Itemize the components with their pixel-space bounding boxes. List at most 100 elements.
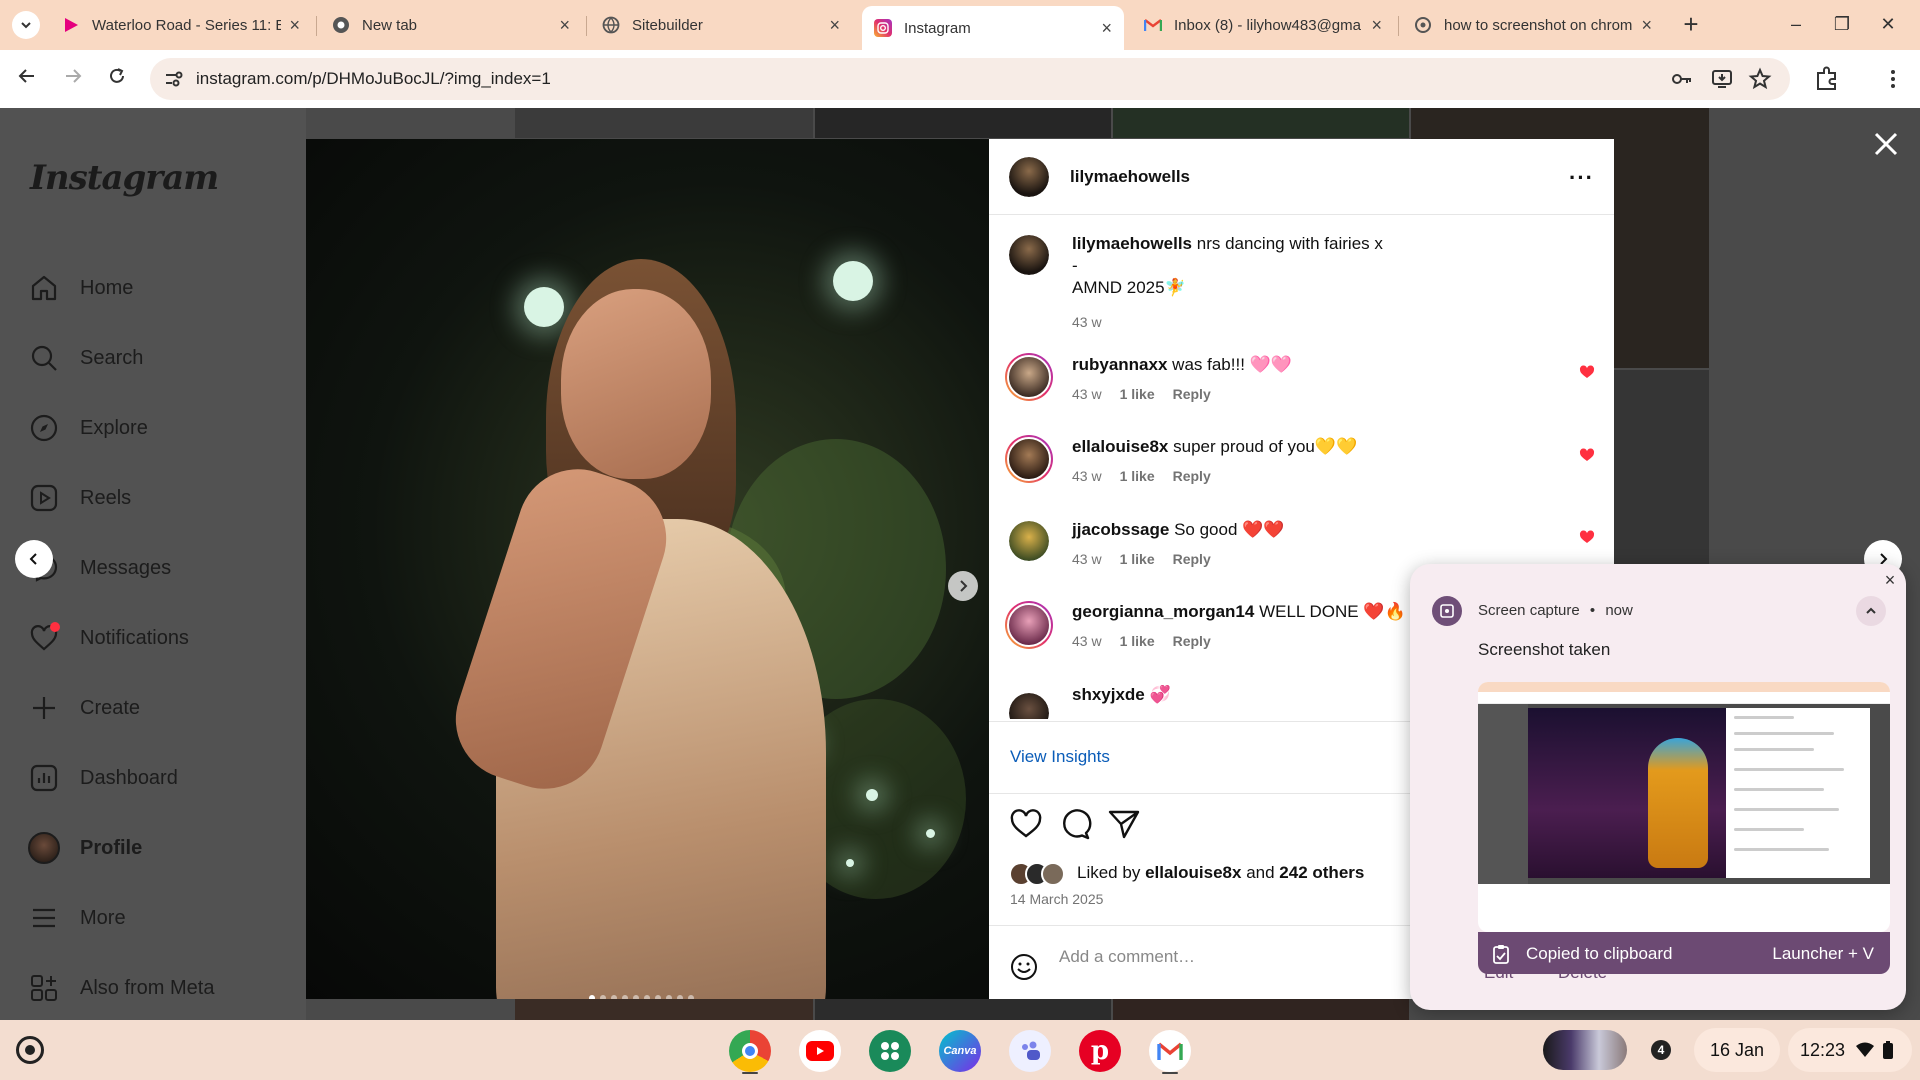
tab-title: Inbox (8) - lilyhow483@gma — [1174, 16, 1361, 34]
edit-button[interactable]: Edit — [1484, 963, 1513, 983]
pinterest-app-icon[interactable]: p — [1079, 1030, 1121, 1072]
caption-username[interactable]: lilymaehowells — [1072, 234, 1192, 253]
date-tray[interactable]: 16 Jan — [1694, 1028, 1780, 1072]
tab-search-button[interactable] — [12, 11, 40, 39]
liked-by-user[interactable]: ellalouise8x — [1145, 863, 1241, 882]
holding-space-tray[interactable] — [1543, 1030, 1627, 1070]
reload-button[interactable] — [100, 62, 134, 96]
view-insights-link[interactable]: View Insights — [1010, 747, 1110, 767]
back-button[interactable] — [10, 62, 44, 96]
extensions-icon[interactable] — [1812, 64, 1842, 94]
emoji-icon[interactable] — [1009, 952, 1039, 982]
comment-username[interactable]: shxyjxde — [1072, 685, 1145, 704]
tab-close-icon[interactable]: × — [1371, 15, 1382, 36]
nav-dashboard[interactable]: Dashboard — [28, 758, 178, 798]
add-comment-input[interactable]: Add a comment… — [1059, 947, 1195, 967]
notification-count-badge[interactable]: 4 — [1651, 1040, 1671, 1060]
nav-more[interactable]: More — [28, 898, 126, 938]
liked-by-others[interactable]: 242 others — [1279, 863, 1364, 882]
nav-reels[interactable]: Reels — [28, 478, 131, 518]
nav-profile[interactable]: Profile — [28, 828, 142, 868]
caption-time: 43 w — [1072, 314, 1102, 330]
key-icon[interactable] — [1670, 67, 1694, 91]
previous-post-button[interactable] — [15, 540, 53, 578]
commenter-avatar[interactable] — [1009, 521, 1049, 561]
restore-button[interactable]: ❐ — [1826, 8, 1858, 40]
tab-title: Sitebuilder — [632, 16, 703, 34]
reply-button[interactable]: Reply — [1173, 551, 1211, 567]
launcher-button[interactable] — [16, 1036, 44, 1064]
post-photo[interactable] — [306, 139, 989, 999]
comment-likes[interactable]: 1 like — [1120, 386, 1155, 402]
gmail-app-icon[interactable] — [1149, 1030, 1191, 1072]
nav-explore[interactable]: Explore — [28, 408, 148, 448]
slack-app-icon[interactable] — [869, 1030, 911, 1072]
next-image-button[interactable] — [948, 571, 978, 601]
author-username[interactable]: lilymaehowells — [1070, 167, 1190, 187]
comment-time: 43 w — [1072, 386, 1102, 402]
install-app-icon[interactable] — [1710, 67, 1734, 91]
tab-close-icon[interactable]: × — [1101, 18, 1112, 39]
site-settings-icon[interactable] — [162, 67, 186, 91]
comment-likes[interactable]: 1 like — [1120, 468, 1155, 484]
minimize-button[interactable]: – — [1780, 8, 1812, 40]
liked-heart-icon[interactable] — [1579, 364, 1595, 380]
tab-close-icon[interactable]: × — [1641, 15, 1652, 36]
youtube-app-icon[interactable] — [799, 1030, 841, 1072]
tab-new-tab[interactable]: New tab × — [320, 8, 582, 42]
new-tab-button[interactable]: + — [1676, 10, 1706, 40]
instagram-logo[interactable]: Instagram — [30, 158, 219, 198]
nav-search[interactable]: Search — [28, 338, 143, 378]
screenshot-thumbnail[interactable] — [1478, 682, 1890, 932]
tab-instagram[interactable]: Instagram × — [862, 6, 1124, 50]
chrome-app-icon[interactable] — [729, 1030, 771, 1072]
like-heart-icon[interactable] — [1009, 807, 1043, 841]
kebab-menu-icon[interactable] — [1878, 64, 1908, 94]
comment-bubble-icon[interactable] — [1058, 807, 1092, 841]
address-bar[interactable]: instagram.com/p/DHMoJuBocJL/?img_index=1 — [150, 58, 1790, 100]
commenter-avatar[interactable] — [1005, 353, 1053, 401]
commenter-avatar[interactable] — [1009, 693, 1049, 719]
tab-close-icon[interactable]: × — [559, 15, 570, 36]
liked-heart-icon[interactable] — [1579, 529, 1595, 545]
reply-button[interactable]: Reply — [1173, 468, 1211, 484]
url-text[interactable]: instagram.com/p/DHMoJuBocJL/?img_index=1 — [196, 69, 551, 89]
comment-body: 💞 — [1149, 685, 1171, 704]
author-avatar[interactable] — [1009, 157, 1049, 197]
notification-close-icon[interactable]: × — [1880, 570, 1900, 590]
tab-gmail[interactable]: Inbox (8) - lilyhow483@gma × — [1132, 8, 1394, 42]
comment-username[interactable]: jjacobssage — [1072, 520, 1169, 539]
more-options-icon[interactable]: ··· — [1569, 165, 1594, 191]
share-plane-icon[interactable] — [1107, 807, 1141, 841]
caption-avatar[interactable] — [1009, 235, 1049, 275]
tab-google-search[interactable]: how to screenshot on chrome × — [1402, 8, 1664, 42]
liked-heart-icon[interactable] — [1579, 447, 1595, 463]
comment-username[interactable]: georgianna_morgan14 — [1072, 602, 1254, 621]
commenter-avatar[interactable] — [1005, 601, 1053, 649]
teams-app-icon[interactable] — [1009, 1030, 1051, 1072]
nav-also-from-meta[interactable]: Also from Meta — [28, 968, 214, 1008]
close-window-button[interactable]: ✕ — [1872, 8, 1904, 40]
tab-close-icon[interactable]: × — [289, 15, 300, 36]
status-tray[interactable]: 12:23 — [1788, 1028, 1912, 1072]
notification-collapse-button[interactable] — [1856, 596, 1886, 626]
reply-button[interactable]: Reply — [1173, 633, 1211, 649]
close-icon[interactable] — [1866, 124, 1906, 164]
forward-button[interactable] — [56, 62, 90, 96]
tab-sitebuilder[interactable]: Sitebuilder × — [590, 8, 852, 42]
comment-likes[interactable]: 1 like — [1120, 633, 1155, 649]
tab-close-icon[interactable]: × — [829, 15, 840, 36]
tab-waterloo-road[interactable]: Waterloo Road - Series 11: E × — [50, 8, 312, 42]
comment-username[interactable]: ellalouise8x — [1072, 437, 1168, 456]
comment-username[interactable]: rubyannaxx — [1072, 355, 1167, 374]
commenter-avatar[interactable] — [1005, 435, 1053, 483]
nav-notifications[interactable]: Notifications — [28, 618, 189, 658]
comment-likes[interactable]: 1 like — [1120, 551, 1155, 567]
nav-home[interactable]: Home — [28, 268, 133, 308]
reply-button[interactable]: Reply — [1173, 386, 1211, 402]
nav-create[interactable]: Create — [28, 688, 140, 728]
canva-app-icon[interactable]: Canva — [939, 1030, 981, 1072]
bookmark-star-icon[interactable] — [1748, 67, 1772, 91]
liked-by-avatars[interactable] — [1009, 862, 1073, 886]
delete-button[interactable]: Delete — [1558, 963, 1607, 983]
